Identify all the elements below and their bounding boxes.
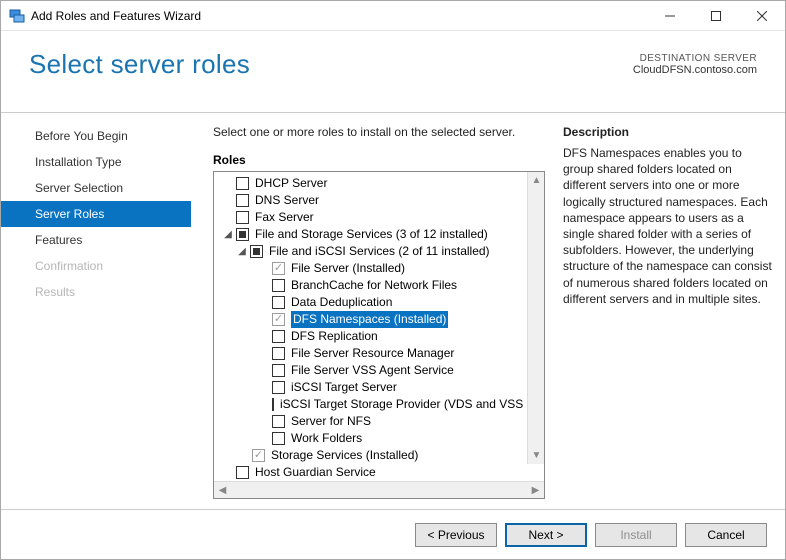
role-iscsi-target-storage-provider[interactable]: iSCSI Target Storage Provider (VDS and V…: [214, 396, 544, 413]
role-branchcache[interactable]: BranchCache for Network Files: [214, 277, 544, 294]
header: Select server roles DESTINATION SERVER C…: [1, 31, 785, 113]
sidebar-item-installation-type[interactable]: Installation Type: [1, 149, 191, 175]
checkbox-icon[interactable]: [272, 398, 274, 411]
roles-label: Roles: [213, 153, 545, 167]
role-label: Host Guardian Service: [255, 464, 376, 481]
role-label: File Server VSS Agent Service: [291, 362, 454, 379]
scroll-left-icon[interactable]: ◀: [214, 482, 231, 499]
role-file-and-iscsi-services[interactable]: ◢ File and iSCSI Services (2 of 11 insta…: [214, 243, 544, 260]
checkbox-checked-icon[interactable]: [272, 262, 285, 275]
expander-icon[interactable]: ◢: [236, 246, 248, 258]
previous-button[interactable]: < Previous: [415, 523, 497, 547]
checkbox-icon[interactable]: [272, 381, 285, 394]
checkbox-icon[interactable]: [272, 364, 285, 377]
next-button[interactable]: Next >: [505, 523, 587, 547]
role-label: BranchCache for Network Files: [291, 277, 457, 294]
role-dfs-replication[interactable]: DFS Replication: [214, 328, 544, 345]
sidebar-item-server-roles[interactable]: Server Roles: [1, 201, 191, 227]
window-controls: [647, 1, 785, 30]
scroll-down-icon[interactable]: ▼: [528, 447, 544, 464]
checkbox-icon[interactable]: [236, 177, 249, 190]
sidebar-item-results: Results: [1, 279, 191, 305]
role-label: Data Deduplication: [291, 294, 392, 311]
checkbox-icon[interactable]: [272, 347, 285, 360]
role-label: DHCP Server: [255, 175, 327, 192]
role-iscsi-target-server[interactable]: iSCSI Target Server: [214, 379, 544, 396]
role-label: File Server Resource Manager: [291, 345, 454, 362]
maximize-button[interactable]: [693, 1, 739, 30]
role-label: Fax Server: [255, 209, 314, 226]
role-label: File Server (Installed): [291, 260, 405, 277]
sidebar-item-confirmation: Confirmation: [1, 253, 191, 279]
destination-name: CloudDFSN.contoso.com: [633, 64, 757, 76]
role-file-server-vss-agent[interactable]: File Server VSS Agent Service: [214, 362, 544, 379]
checkbox-icon[interactable]: [272, 279, 285, 292]
role-label: iSCSI Target Server: [291, 379, 397, 396]
role-label: Storage Services (Installed): [271, 447, 418, 464]
expander-icon[interactable]: ◢: [222, 229, 234, 241]
checkbox-icon[interactable]: [272, 296, 285, 309]
horizontal-scrollbar[interactable]: ◀ ▶: [214, 481, 544, 498]
role-label: DFS Namespaces (Installed): [291, 311, 448, 328]
wizard-window: Add Roles and Features Wizard Select ser…: [0, 0, 786, 560]
role-fsrm[interactable]: File Server Resource Manager: [214, 345, 544, 362]
checkbox-tristate-icon[interactable]: [236, 228, 249, 241]
role-host-guardian-service[interactable]: Host Guardian Service: [214, 464, 544, 481]
install-button: Install: [595, 523, 677, 547]
vertical-scrollbar[interactable]: ▲ ▼: [527, 172, 544, 464]
scroll-right-icon[interactable]: ▶: [527, 482, 544, 499]
body: Before You Begin Installation Type Serve…: [1, 113, 785, 509]
roles-listbox: DHCP Server DNS Server Fax Server ◢: [213, 171, 545, 499]
checkbox-icon[interactable]: [236, 211, 249, 224]
roles-scroll-area[interactable]: DHCP Server DNS Server Fax Server ◢: [214, 172, 544, 481]
role-dhcp-server[interactable]: DHCP Server: [214, 175, 544, 192]
role-data-deduplication[interactable]: Data Deduplication: [214, 294, 544, 311]
role-file-and-storage-services[interactable]: ◢ File and Storage Services (3 of 12 ins…: [214, 226, 544, 243]
page-title: Select server roles: [29, 49, 250, 80]
description-text: DFS Namespaces enables you to group shar…: [563, 145, 775, 307]
checkbox-icon[interactable]: [272, 330, 285, 343]
checkbox-tristate-icon[interactable]: [250, 245, 263, 258]
role-storage-services[interactable]: Storage Services (Installed): [214, 447, 544, 464]
role-label: DNS Server: [255, 192, 319, 209]
role-server-for-nfs[interactable]: Server for NFS: [214, 413, 544, 430]
cancel-button[interactable]: Cancel: [685, 523, 767, 547]
checkbox-icon[interactable]: [272, 415, 285, 428]
role-label: Work Folders: [291, 430, 362, 447]
checkbox-checked-icon[interactable]: [252, 449, 265, 462]
role-label: File and Storage Services (3 of 12 insta…: [255, 226, 488, 243]
role-label: DFS Replication: [291, 328, 378, 345]
description-title: Description: [563, 125, 775, 139]
destination-label: DESTINATION SERVER: [633, 53, 757, 64]
sidebar-item-server-selection[interactable]: Server Selection: [1, 175, 191, 201]
role-dns-server[interactable]: DNS Server: [214, 192, 544, 209]
app-icon: [9, 8, 25, 24]
sidebar-item-features[interactable]: Features: [1, 227, 191, 253]
role-work-folders[interactable]: Work Folders: [214, 430, 544, 447]
role-label: File and iSCSI Services (2 of 11 install…: [269, 243, 490, 260]
scroll-up-icon[interactable]: ▲: [528, 172, 544, 189]
role-label: Server for NFS: [291, 413, 371, 430]
checkbox-icon[interactable]: [236, 466, 249, 479]
role-label: iSCSI Target Storage Provider (VDS and V…: [280, 396, 544, 413]
role-file-server[interactable]: File Server (Installed): [214, 260, 544, 277]
minimize-button[interactable]: [647, 1, 693, 30]
titlebar: Add Roles and Features Wizard: [1, 1, 785, 31]
instruction-text: Select one or more roles to install on t…: [213, 125, 545, 139]
main-panel: Select one or more roles to install on t…: [191, 113, 785, 509]
role-dfs-namespaces[interactable]: DFS Namespaces (Installed): [214, 311, 544, 328]
sidebar-item-before-you-begin[interactable]: Before You Begin: [1, 123, 191, 149]
main-left: Select one or more roles to install on t…: [213, 125, 545, 499]
footer: < Previous Next > Install Cancel: [1, 509, 785, 559]
checkbox-icon[interactable]: [236, 194, 249, 207]
sidebar: Before You Begin Installation Type Serve…: [1, 113, 191, 509]
window-title: Add Roles and Features Wizard: [31, 9, 647, 23]
checkbox-icon[interactable]: [272, 432, 285, 445]
role-fax-server[interactable]: Fax Server: [214, 209, 544, 226]
checkbox-checked-icon[interactable]: [272, 313, 285, 326]
close-button[interactable]: [739, 1, 785, 30]
destination-block: DESTINATION SERVER CloudDFSN.contoso.com: [633, 53, 757, 76]
description-panel: Description DFS Namespaces enables you t…: [563, 125, 775, 499]
